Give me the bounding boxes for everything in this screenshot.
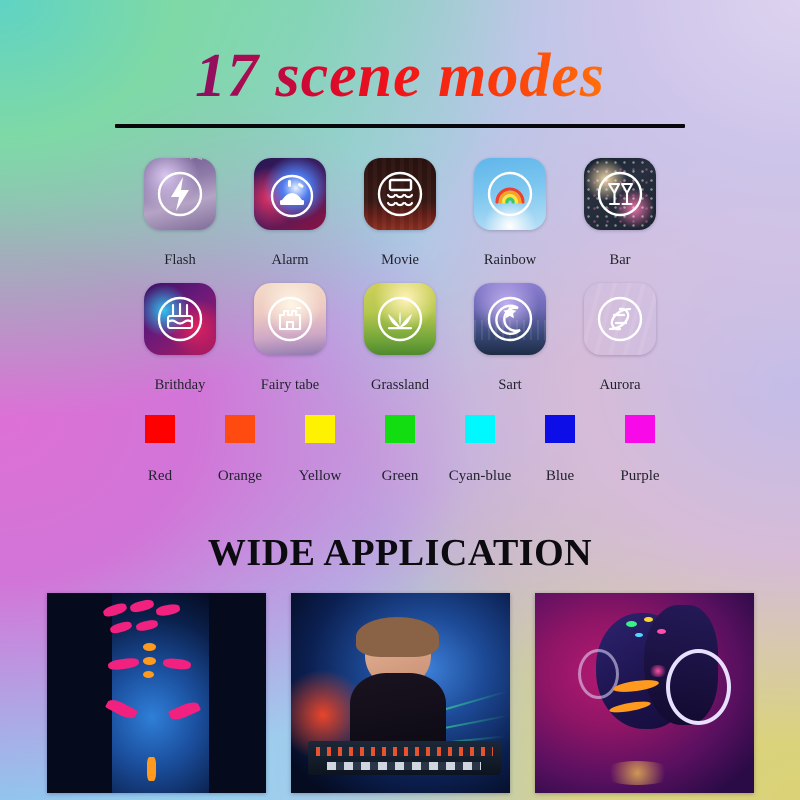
scene-mode-row-1: Flash Alarm Movie Rainbow Bar	[0, 158, 800, 269]
face-paint-stripe	[155, 602, 181, 618]
color-chip[interactable]	[145, 415, 175, 443]
color-swatch-red[interactable]: Red	[145, 415, 175, 485]
scene-mode-flash[interactable]: Flash	[144, 158, 216, 269]
scene-mode-label: Bar	[609, 252, 631, 268]
scene-mode-tile[interactable]	[584, 158, 656, 230]
glitter-cluster	[600, 761, 675, 785]
scene-mode-bar[interactable]: Bar	[584, 158, 656, 269]
color-swatch-blue[interactable]: Blue	[545, 415, 575, 485]
console-knobs	[315, 747, 494, 756]
color-chip[interactable]	[225, 415, 255, 443]
scene-mode-tile[interactable]	[364, 283, 436, 355]
rainbow-arc-icon	[474, 158, 546, 230]
scene-mode-movie[interactable]: Movie	[364, 158, 436, 269]
color-swatch-orange[interactable]: Orange	[218, 415, 262, 485]
dj-hair	[356, 617, 440, 657]
scene-mode-label: Alarm	[271, 252, 309, 268]
color-label: Orange	[217, 468, 263, 484]
scene-mode-label: Grassland	[371, 377, 429, 393]
scene-mode-tile[interactable]	[254, 283, 326, 355]
forehead-dot	[142, 657, 156, 665]
scene-mode-tile[interactable]	[144, 158, 216, 230]
cheek-paint	[168, 699, 201, 723]
scene-mode-tile[interactable]	[584, 283, 656, 355]
police-siren-icon	[254, 158, 326, 230]
scene-mode-label: Movie	[381, 252, 419, 268]
page-title: 17 scene modes	[0, 43, 800, 109]
scene-mode-tile[interactable]	[254, 158, 326, 230]
glitter-dot	[644, 617, 653, 622]
color-chip[interactable]	[465, 415, 495, 443]
console-faders	[327, 762, 482, 770]
photo-female-dj-stage-lights	[290, 593, 510, 793]
scene-mode-label: Fairy tabe	[260, 377, 320, 393]
lightning-bolt-icon	[144, 158, 216, 230]
color-label: Purple	[620, 468, 660, 484]
color-chip[interactable]	[305, 415, 335, 443]
color-swatch-purple[interactable]: Purple	[620, 415, 660, 485]
aurora-swirl-icon	[584, 283, 656, 355]
scene-mode-label: Aurora	[599, 377, 641, 393]
brow-paint	[162, 657, 192, 671]
scene-mode-aurora[interactable]: Aurora	[584, 283, 656, 394]
color-chip[interactable]	[545, 415, 575, 443]
color-swatch-yellow[interactable]: Yellow	[299, 415, 341, 485]
scene-mode-brithday[interactable]: Brithday	[144, 283, 216, 394]
scene-mode-label: Sart	[498, 377, 522, 393]
glitter-cluster	[648, 665, 669, 677]
finger-paint	[147, 757, 156, 781]
application-photo-row	[0, 593, 800, 793]
photo-uv-face-paint-woman	[46, 593, 266, 793]
scene-mode-sart[interactable]: Sart	[474, 283, 546, 394]
dj-mixing-console	[308, 741, 501, 775]
title-divider	[115, 124, 685, 128]
forehead-dot	[142, 643, 156, 651]
color-label: Red	[147, 468, 173, 484]
photo-neon-makeup-headphones	[534, 593, 754, 793]
hair-left	[46, 593, 113, 793]
color-swatch-cyan-blue[interactable]: Cyan-blue	[449, 415, 511, 485]
castle-icon	[254, 283, 326, 355]
color-label: Blue	[545, 468, 575, 484]
face-paint-stripe	[128, 598, 155, 614]
scene-mode-fairy-tabe[interactable]: Fairy tabe	[254, 283, 326, 394]
face-paint-stripe	[135, 618, 159, 633]
color-label: Green	[381, 468, 419, 484]
face-paint-stripe	[109, 620, 133, 635]
scene-mode-grassland[interactable]: Grassland	[364, 283, 436, 394]
color-chip[interactable]	[385, 415, 415, 443]
scene-mode-tile[interactable]	[474, 283, 546, 355]
headphone-earcup	[665, 649, 731, 725]
cinema-seats-icon	[364, 158, 436, 230]
hair-right	[208, 593, 266, 793]
scene-mode-tile[interactable]	[364, 158, 436, 230]
scene-mode-label: Brithday	[154, 377, 206, 393]
color-label: Yellow	[298, 468, 342, 484]
scene-mode-label: Flash	[164, 252, 196, 268]
section-title-wide-application: WIDE APPLICATION	[207, 532, 593, 574]
color-chip[interactable]	[625, 415, 655, 443]
scene-mode-rainbow[interactable]: Rainbow	[474, 158, 546, 269]
forehead-dot	[142, 671, 154, 678]
scene-mode-row-2: Brithday Fairy tabe Grassland Sart Auror…	[0, 283, 800, 394]
glitter-dot	[657, 629, 666, 634]
cocktail-glasses-icon	[584, 158, 656, 230]
moon-star-icon	[474, 283, 546, 355]
birthday-cake-icon	[144, 283, 216, 355]
color-label: Cyan-blue	[448, 468, 512, 484]
grass-icon	[364, 283, 436, 355]
scene-mode-tile[interactable]	[144, 283, 216, 355]
color-swatch-row: Red Orange Yellow Green Cyan-blue Blue P…	[0, 415, 800, 485]
scene-mode-label: Rainbow	[483, 252, 537, 268]
poster-frame: 17 scene modes Flash Alarm Movie Rainbow…	[0, 0, 800, 800]
color-swatch-green[interactable]: Green	[382, 415, 418, 485]
scene-mode-alarm[interactable]: Alarm	[254, 158, 326, 269]
scene-mode-tile[interactable]	[474, 158, 546, 230]
